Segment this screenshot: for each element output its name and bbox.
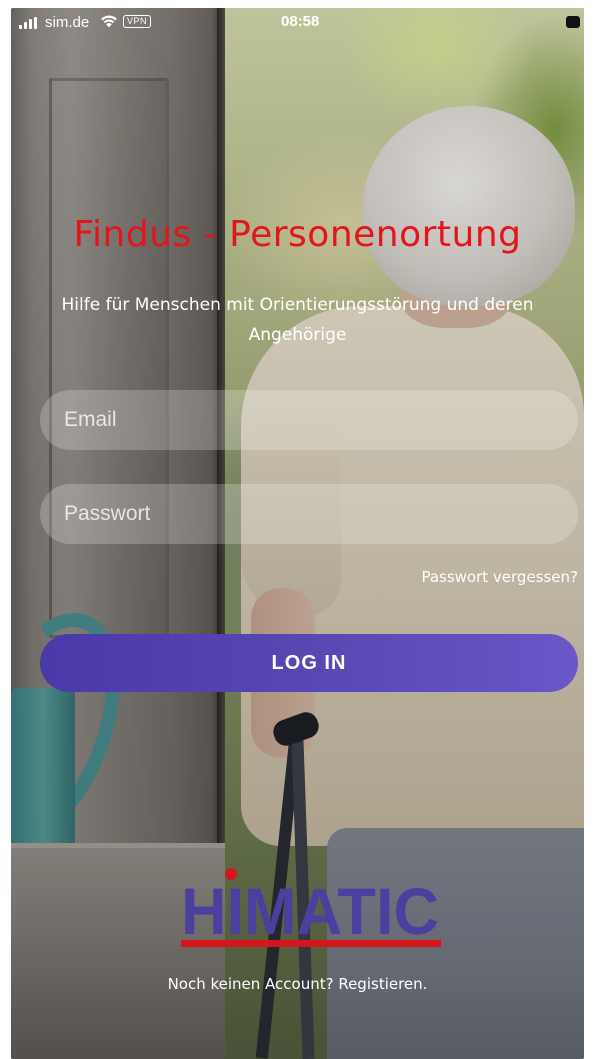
logo-underline	[181, 940, 441, 947]
wifi-icon	[101, 15, 117, 28]
himatic-logo: HIMATIC	[181, 868, 441, 948]
register-link[interactable]: Noch keinen Account? Registieren.	[11, 975, 584, 993]
carrier-name: sim.de	[45, 14, 90, 31]
login-button[interactable]: LOG IN	[40, 634, 578, 692]
logo-text: HIMATIC	[181, 874, 439, 948]
app-subtitle: Hilfe für Menschen mit Orientierungsstör…	[61, 295, 534, 345]
email-field[interactable]	[64, 408, 578, 432]
app-title: Findus - Personenortung	[73, 214, 522, 255]
status-time: 08:58	[281, 13, 320, 30]
email-field-container[interactable]	[40, 390, 578, 450]
signal-icon	[19, 17, 37, 29]
logo-dot	[225, 868, 237, 880]
forgot-password-link[interactable]: Passwort vergessen?	[421, 568, 578, 586]
password-field-container[interactable]	[40, 484, 578, 544]
vpn-badge: VPN	[123, 15, 152, 28]
login-screen: sim.de VPN 08:58 Findus - Personenortung…	[11, 8, 584, 1059]
status-bar: sim.de VPN 08:58	[11, 8, 584, 40]
battery-icon	[566, 16, 580, 28]
password-field[interactable]	[64, 502, 578, 526]
